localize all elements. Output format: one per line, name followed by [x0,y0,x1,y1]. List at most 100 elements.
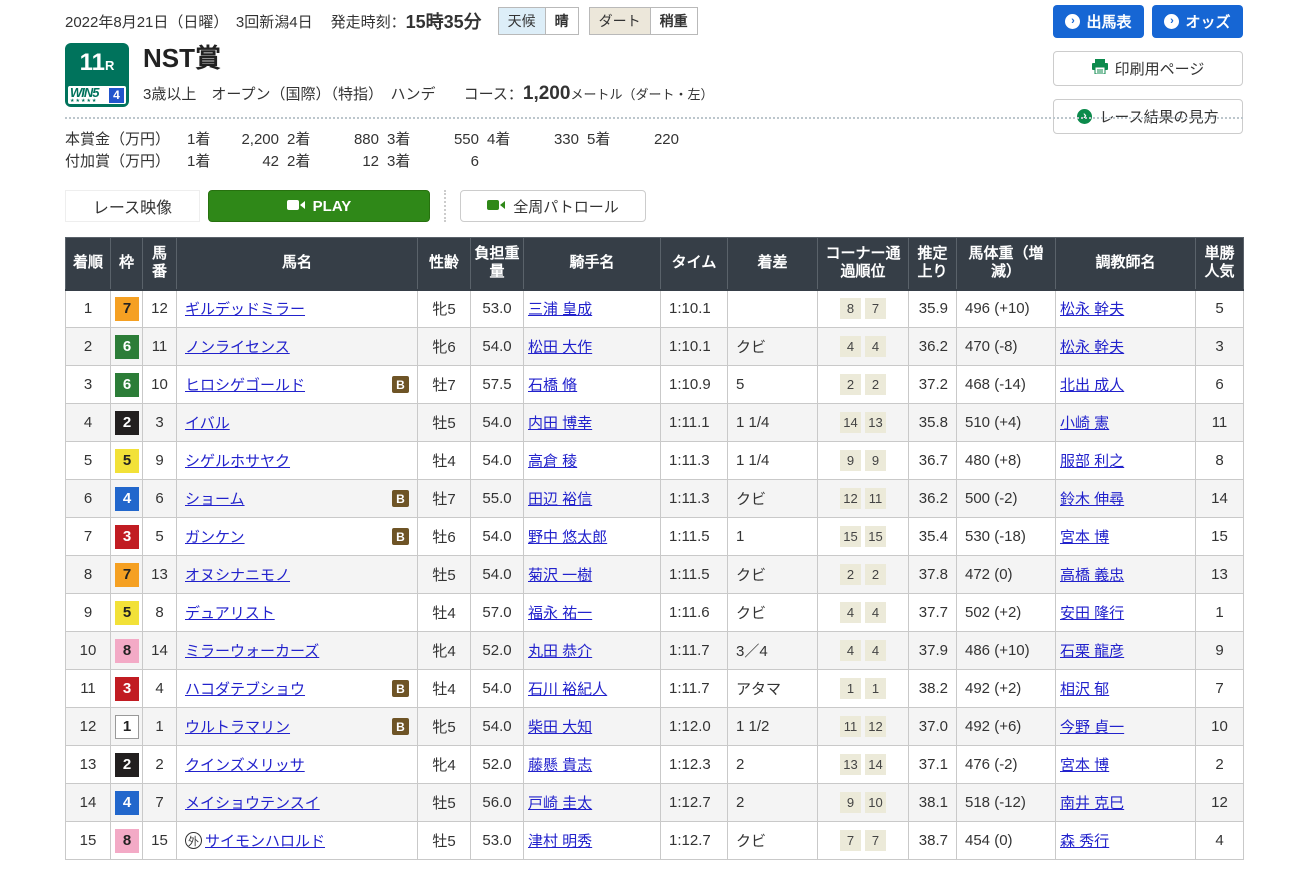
horse-name-link[interactable]: ミラーウォーカーズ [185,640,319,661]
table-row: 2611ノンライセンス牝654.0松田 大作1:10.1クビ4436.2470 … [66,328,1244,366]
col-header-jockey: 騎手名 [524,238,661,290]
prize-amount: 220 [625,129,687,151]
corner-position-box: 7 [865,830,886,851]
horse-name-link[interactable]: メイショウテンスイ [185,792,320,813]
trainer-cell: 石栗 龍彦 [1056,632,1196,670]
horse-name-link[interactable]: シゲルホサヤク [185,450,290,471]
jockey-name-link[interactable]: 田辺 裕信 [528,491,592,508]
patrol-video-button[interactable]: 全周パトロール [460,190,646,222]
horse-name-link[interactable]: ウルトラマリン [185,716,290,737]
trainer-name-link[interactable]: 森 秀行 [1060,833,1109,850]
horse-name-link[interactable]: クインズメリッサ [185,754,305,775]
corner-position-box: 11 [840,716,861,737]
trainer-name-link[interactable]: 鈴木 伸尋 [1060,491,1124,508]
jockey-name-link[interactable]: 丸田 恭介 [528,643,592,660]
horse-number-cell: 15 [143,822,177,860]
favorite-rank-cell: 6 [1196,366,1244,404]
play-button[interactable]: PLAY [208,190,430,222]
trainer-name-link[interactable]: 相沢 郁 [1060,681,1109,698]
track-condition-badge: ダート 稍重 [589,7,698,35]
jockey-name-link[interactable]: 津村 明秀 [528,833,592,850]
trainer-name-link[interactable]: 高橋 義忠 [1060,567,1124,584]
trainer-name-link[interactable]: 今野 貞一 [1060,719,1124,736]
horse-name-link[interactable]: ノンライセンス [185,336,290,357]
horse-name-cell: ミラーウォーカーズ [177,632,418,670]
jockey-name-link[interactable]: 松田 大作 [528,339,592,356]
horse-name-cell: ウルトラマリン B [177,708,418,746]
trainer-name-link[interactable]: 松永 幹夫 [1060,339,1124,356]
impost-cell: 56.0 [471,784,524,822]
trainer-name-link[interactable]: 宮本 博 [1060,529,1109,546]
results-table-body: 1712ギルデッドミラー牝553.0三浦 皇成1:10.18735.9496 (… [66,290,1244,860]
horse-name-link[interactable]: デュアリスト [185,602,275,623]
trainer-name-link[interactable]: 安田 隆行 [1060,605,1124,622]
body-weight-cell: 486 (+10) [957,632,1056,670]
body-weight-cell: 492 (+2) [957,670,1056,708]
jockey-name-link[interactable]: 高倉 稜 [528,453,577,470]
last3f-cell: 35.8 [909,404,957,442]
margin-cell: クビ [728,594,818,632]
horse-name-link[interactable]: イバル [185,412,230,433]
trainer-name-link[interactable]: 宮本 博 [1060,757,1109,774]
jockey-cell: 野中 悠太郎 [524,518,661,556]
prize-section: 本賞金（万円） 1着2,200 2着880 3着550 4着330 5着220 … [65,129,1243,173]
trainer-name-link[interactable]: 松永 幹夫 [1060,301,1124,318]
jockey-name-link[interactable]: 柴田 大知 [528,719,592,736]
jockey-name-link[interactable]: 三浦 皇成 [528,301,592,318]
jockey-name-link[interactable]: 石橋 脩 [528,377,577,394]
horse-name-link[interactable]: ヒロシゲゴールド [185,374,305,395]
horse-name-link[interactable]: サイモンハロルド [205,830,325,851]
frame-number-badge: 4 [115,487,139,511]
time-cell: 1:11.7 [661,632,728,670]
corner-position-box: 13 [865,412,886,433]
body-weight-cell: 500 (-2) [957,480,1056,518]
frame-number-badge: 6 [115,335,139,359]
horse-name-link[interactable]: ハコダテブショウ [185,678,305,699]
prize-amount: 6 [425,151,487,173]
corner-position-box: 7 [840,830,861,851]
horse-name-link[interactable]: ギルデッドミラー [185,298,305,319]
prize-place: 5着 [587,129,625,151]
frame-cell: 7 [111,556,143,594]
col-header-trainer: 調教師名 [1056,238,1196,290]
jockey-name-link[interactable]: 戸崎 圭太 [528,795,592,812]
jockey-name-link[interactable]: 藤懸 貴志 [528,757,592,774]
trainer-name-link[interactable]: 小崎 憲 [1060,415,1109,432]
last3f-cell: 35.4 [909,518,957,556]
race-class-text: 3歳以上 オープン（国際）（特指） ハンデ [143,86,435,103]
blinker-badge: B [392,718,409,735]
favorite-rank-cell: 2 [1196,746,1244,784]
horse-name-link[interactable]: オヌシナニモノ [185,564,290,585]
jockey-name-link[interactable]: 野中 悠太郎 [528,529,607,546]
margin-cell: 1 1/4 [728,442,818,480]
col-header-corners: コーナー通過順位 [818,238,909,290]
course-suffix: メートル（ダート・左） [570,87,713,102]
jockey-cell: 松田 大作 [524,328,661,366]
trainer-name-link[interactable]: 石栗 龍彦 [1060,643,1124,660]
trainer-name-link[interactable]: 服部 利之 [1060,453,1124,470]
impost-cell: 54.0 [471,404,524,442]
trainer-name-link[interactable]: 南井 克巳 [1060,795,1124,812]
horse-number-cell: 6 [143,480,177,518]
jockey-name-link[interactable]: 菊沢 一樹 [528,567,592,584]
margin-cell: 2 [728,784,818,822]
time-cell: 1:12.3 [661,746,728,784]
table-row: 958デュアリスト牡457.0福永 祐一1:11.6クビ4437.7502 (+… [66,594,1244,632]
prize-amount: 880 [325,129,387,151]
jockey-name-link[interactable]: 内田 博幸 [528,415,592,432]
margin-cell: クビ [728,480,818,518]
start-time-value: 15時35分 [406,8,482,34]
time-cell: 1:10.9 [661,366,728,404]
corner-position-box: 13 [840,754,861,775]
horse-name-link[interactable]: ショーム [185,488,245,509]
trainer-name-link[interactable]: 北出 成人 [1060,377,1124,394]
win5-slot-number: 4 [109,88,124,103]
prize-place: 2着 [287,151,325,173]
frame-number-badge: 2 [115,411,139,435]
horse-name-link[interactable]: ガンケン [185,526,245,547]
sex-age-cell: 牡5 [418,784,471,822]
jockey-cell: 三浦 皇成 [524,290,661,328]
jockey-name-link[interactable]: 石川 裕紀人 [528,681,607,698]
corner-positions-cell: 1413 [818,404,909,442]
jockey-name-link[interactable]: 福永 祐一 [528,605,592,622]
